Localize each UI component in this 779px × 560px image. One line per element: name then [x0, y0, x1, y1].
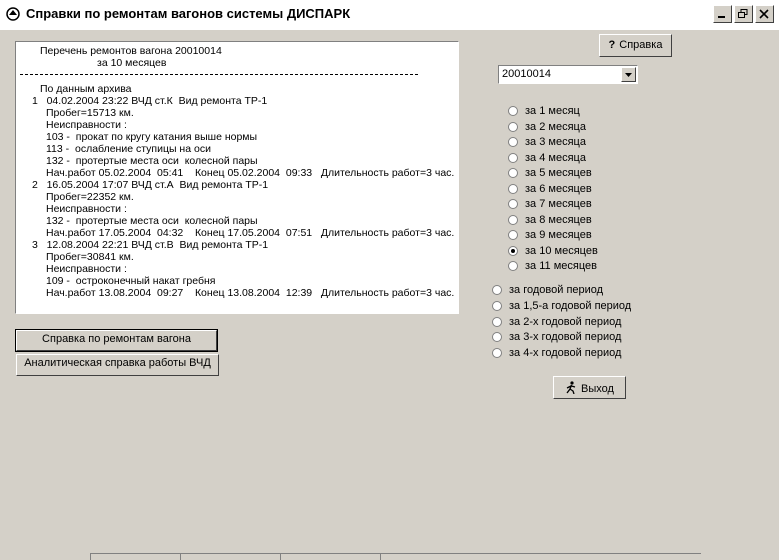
period-year-radio-label: за 3-х годовой период — [509, 331, 622, 344]
period-month-radio[interactable]: за 10 месяцев — [508, 244, 598, 258]
report-period: за 10 месяцев — [97, 57, 167, 69]
radio-circle-icon — [508, 245, 518, 256]
close-button[interactable] — [755, 5, 774, 23]
report-line: Нач.работ 17.05.2004 04:32 Конец 17.05.2… — [46, 227, 455, 239]
period-year-radio[interactable]: за 4-х годовой период — [492, 346, 621, 360]
period-month-radio[interactable]: за 6 месяцев — [508, 182, 592, 196]
help-label: Справка — [619, 39, 663, 51]
period-month-radio[interactable]: за 3 месяца — [508, 135, 586, 149]
chevron-down-icon — [625, 73, 632, 77]
period-year-radio[interactable]: за 3-х годовой период — [492, 330, 621, 344]
exit-button[interactable]: Выход — [553, 376, 626, 399]
wagon-select-value: 20010014 — [502, 68, 551, 80]
report-line: 1 04.02.2004 23:22 ВЧД ст.К Вид ремонта … — [32, 95, 268, 107]
period-year-radio[interactable]: за 1,5-а годовой период — [492, 299, 631, 313]
radio-circle-icon — [508, 183, 518, 194]
period-month-radio-label: за 3 месяца — [525, 136, 586, 148]
report-line: Неисправности : — [46, 263, 127, 275]
report-line: 2 16.05.2004 17:07 ВЧД ст.А Вид ремонта … — [32, 179, 269, 191]
report-text-area[interactable]: Перечень ремонтов вагона 20010014 за 10 … — [15, 41, 459, 314]
report-line: Пробег=30841 км. — [46, 251, 134, 263]
minimize-icon — [718, 16, 725, 18]
radio-circle-icon — [492, 285, 502, 295]
radio-circle-icon — [508, 230, 518, 240]
radio-circle-icon — [492, 300, 502, 311]
report-heading: Перечень ремонтов вагона 20010014 — [40, 45, 222, 57]
report-source: По данным архива — [40, 83, 132, 95]
period-month-radio-label: за 2 месяца — [525, 120, 586, 133]
dropdown-button[interactable] — [621, 67, 636, 82]
period-month-radio-label: за 1 месяц — [525, 105, 580, 117]
repairs-report-label: Справка по ремонтам вагона — [42, 333, 191, 345]
report-line: Пробег=22352 км. — [46, 191, 134, 203]
period-month-radio[interactable]: за 2 месяца — [508, 120, 586, 134]
running-man-icon — [566, 381, 576, 395]
report-line: 113 - ослабление ступицы на оси — [46, 143, 211, 155]
period-year-radio[interactable]: за годовой период — [492, 283, 603, 297]
period-year-radio-label: за годовой период — [509, 284, 604, 296]
radio-circle-icon — [492, 348, 502, 359]
report-separator — [20, 74, 418, 75]
radio-circle-icon — [492, 332, 502, 343]
radio-circle-icon — [508, 261, 518, 271]
exit-label: Выход — [581, 383, 614, 395]
minimize-button[interactable] — [713, 5, 732, 23]
radio-circle-icon — [508, 214, 518, 225]
radio-circle-icon — [508, 168, 518, 178]
restore-icon — [738, 9, 748, 18]
period-month-radio[interactable]: за 8 месяцев — [508, 213, 592, 227]
period-month-radio-label: за 4 месяца — [525, 151, 586, 164]
report-line: Нач.работ 13.08.2004 09:27 Конец 13.08.2… — [46, 287, 455, 299]
radio-circle-icon — [508, 121, 518, 132]
period-month-radio[interactable]: за 1 месяц — [508, 104, 580, 118]
radio-circle-icon — [508, 106, 518, 116]
period-month-radio-label: за 6 месяцев — [525, 182, 592, 195]
analytics-report-button[interactable]: Аналитическая справка работы ВЧД — [16, 354, 219, 376]
window-title: Справки по ремонтам вагонов системы ДИСП… — [26, 6, 351, 21]
period-year-radio-label: за 1,5-а годовой период — [509, 299, 632, 312]
report-line: 109 - остроконечный накат гребня — [46, 275, 216, 287]
wagon-select[interactable]: 20010014 — [498, 65, 638, 84]
period-month-radio[interactable]: за 9 месяцев — [508, 228, 592, 242]
period-month-radio-label: за 9 месяцев — [525, 229, 592, 241]
report-line: 132 - протертые места оси колесной пары — [46, 155, 258, 167]
help-button[interactable]: ? Справка — [599, 34, 672, 57]
report-line: 103 - прокат по кругу катания выше нормы — [46, 131, 258, 143]
period-month-radio-label: за 10 месяцев — [525, 244, 598, 257]
bottom-tabs — [0, 553, 779, 560]
period-month-radio[interactable]: за 11 месяцев — [508, 259, 597, 273]
period-month-radio-label: за 8 месяцев — [525, 213, 592, 226]
radio-circle-icon — [508, 152, 518, 163]
period-month-radio[interactable]: за 5 месяцев — [508, 166, 592, 180]
period-month-radio[interactable]: за 7 месяцев — [508, 197, 592, 211]
period-year-radio-label: за 2-х годовой период — [509, 315, 622, 328]
radio-circle-icon — [508, 199, 518, 209]
analytics-report-label: Аналитическая справка работы ВЧД — [24, 357, 211, 369]
app-icon — [6, 7, 20, 21]
period-month-radio-label: за 11 месяцев — [525, 260, 597, 272]
period-month-radio-label: за 5 месяцев — [525, 167, 592, 179]
report-line: Пробег=15713 км. — [46, 107, 134, 119]
question-icon: ? — [608, 39, 616, 51]
period-year-radio[interactable]: за 2-х годовой период — [492, 315, 621, 329]
report-line: Неисправности : — [46, 203, 127, 215]
radio-circle-icon — [492, 316, 502, 327]
report-line: Нач.работ 05.02.2004 05:41 Конец 05.02.2… — [46, 167, 455, 179]
report-line: Неисправности : — [46, 119, 127, 131]
repairs-report-button[interactable]: Справка по ремонтам вагона — [15, 329, 218, 352]
close-icon — [759, 9, 769, 19]
report-line: 132 - протертые места оси колесной пары — [46, 215, 258, 227]
report-line: 3 12.08.2004 22:21 ВЧД ст.В Вид ремонта … — [32, 239, 269, 251]
title-bar: Справки по ремонтам вагонов системы ДИСП… — [0, 0, 779, 30]
radio-circle-icon — [508, 137, 518, 147]
period-month-radio[interactable]: за 4 месяца — [508, 151, 586, 165]
period-year-radio-label: за 4-х годовой период — [509, 347, 622, 360]
maximize-button[interactable] — [734, 5, 753, 23]
period-month-radio-label: за 7 месяцев — [525, 198, 592, 210]
